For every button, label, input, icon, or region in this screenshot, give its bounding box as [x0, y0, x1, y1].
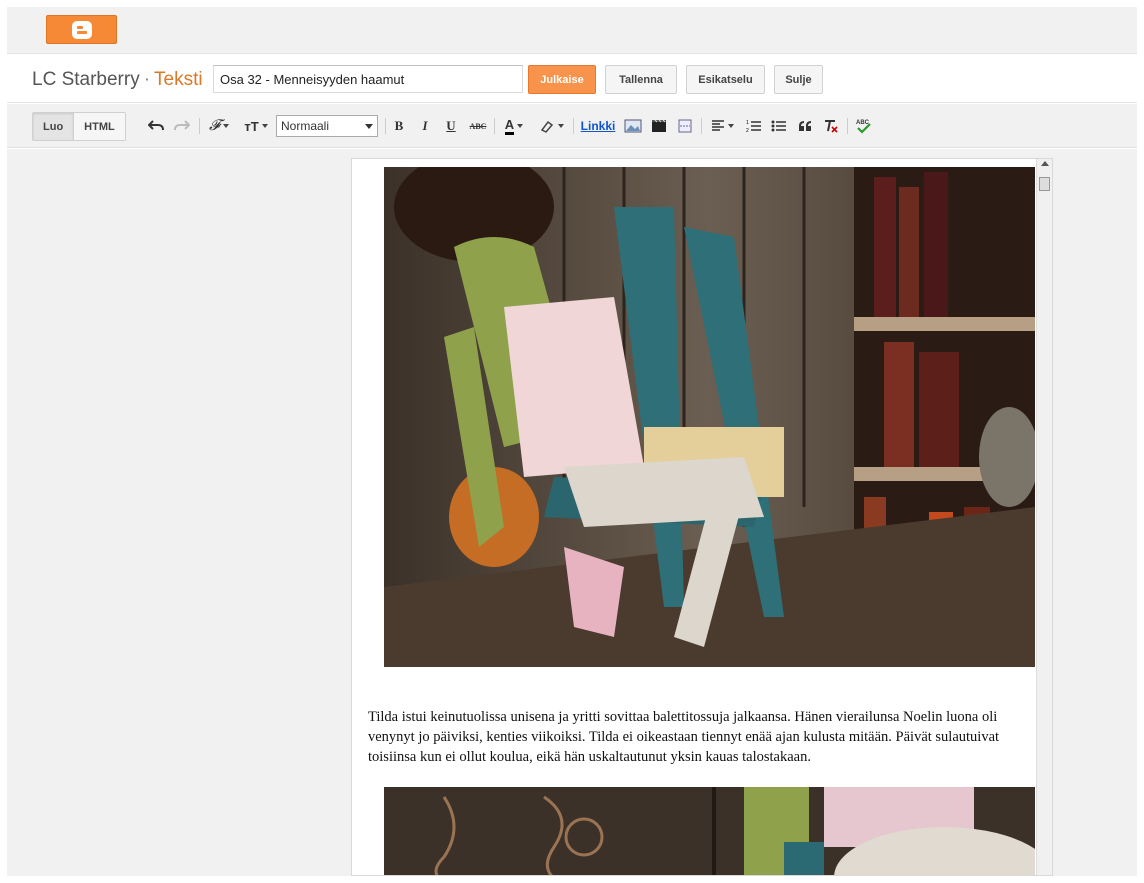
chevron-down-icon [557, 124, 564, 128]
post-image[interactable] [384, 167, 1035, 667]
top-bar [7, 7, 1137, 54]
svg-text:1: 1 [746, 120, 749, 126]
font-size-button[interactable]: тT [240, 116, 272, 136]
svg-text:2: 2 [746, 128, 749, 133]
toolbar-divider [199, 118, 200, 134]
chevron-down-icon [223, 124, 230, 128]
compose-mode-button[interactable]: Luo [33, 113, 75, 140]
italic-button[interactable]: I [416, 116, 434, 136]
align-left-icon [711, 120, 724, 131]
editor-toolbar: Luo HTML 𝓕 тT Normaali B I U ABC A Linkk… [7, 104, 1137, 148]
font-family-button[interactable]: 𝓕 [204, 116, 234, 136]
highlight-color-button[interactable] [536, 116, 566, 136]
redo-icon[interactable] [173, 116, 191, 136]
blog-name: LC Starberry [32, 69, 140, 90]
publish-button[interactable]: Julkaise [528, 65, 596, 94]
toolbar-divider [573, 118, 574, 134]
text-color-icon: A [504, 117, 515, 135]
insert-jump-break-icon[interactable] [675, 116, 695, 136]
editor-scrollbar[interactable] [1036, 159, 1052, 875]
blogger-logo-icon [71, 20, 92, 39]
blogger-home-button[interactable] [46, 15, 117, 44]
title-separator: · [143, 69, 151, 90]
mode-toggle: Luo HTML [32, 112, 126, 141]
toolbar-divider [494, 118, 495, 134]
title-bar: LC Starberry·Teksti Julkaise Tallenna Es… [7, 55, 1137, 103]
post-title-input[interactable] [213, 65, 523, 93]
toolbar-divider [701, 118, 702, 134]
insert-image-icon[interactable] [623, 116, 643, 136]
spellcheck-icon[interactable]: ABC [853, 116, 875, 136]
numbered-list-icon[interactable]: 12 [745, 116, 763, 136]
post-image-graphic [384, 787, 1035, 875]
format-value: Normaali [281, 119, 330, 133]
scroll-up-icon[interactable] [1041, 161, 1049, 166]
section-label: Teksti [154, 69, 203, 90]
post-image[interactable] [384, 787, 1035, 875]
remove-formatting-icon[interactable] [822, 116, 840, 136]
quote-icon[interactable] [796, 116, 814, 136]
bold-button[interactable]: B [390, 116, 408, 136]
toolbar-divider [847, 118, 848, 134]
align-button[interactable] [707, 116, 737, 136]
undo-icon[interactable] [147, 116, 165, 136]
font-icon: 𝓕 [208, 118, 221, 134]
save-button[interactable]: Tallenna [605, 65, 677, 94]
underline-button[interactable]: U [442, 116, 460, 136]
toolbar-divider [385, 118, 386, 134]
insert-video-icon[interactable] [649, 116, 669, 136]
scroll-thumb[interactable] [1039, 177, 1050, 191]
highlighter-icon [540, 120, 553, 133]
text-color-button[interactable]: A [499, 116, 529, 136]
chevron-down-icon [517, 124, 524, 128]
strikethrough-button[interactable]: ABC [466, 116, 490, 136]
close-button[interactable]: Sulje [774, 65, 823, 94]
link-button[interactable]: Linkki [579, 116, 617, 136]
chevron-down-icon [365, 124, 373, 129]
blog-title: LC Starberry · Teksti [32, 69, 203, 91]
html-mode-button[interactable]: HTML [74, 113, 125, 140]
post-paragraph[interactable]: Tilda istui keinutuolissa unisena ja yri… [368, 707, 1018, 767]
preview-button[interactable]: Esikatselu [686, 65, 765, 94]
font-size-icon: тT [244, 118, 259, 134]
chevron-down-icon [727, 124, 734, 128]
post-image-graphic [384, 167, 1035, 667]
chevron-down-icon [261, 124, 268, 128]
bulleted-list-icon[interactable] [770, 116, 788, 136]
editor-workspace: Tilda istui keinutuolissa unisena ja yri… [7, 149, 1137, 876]
paragraph-format-select[interactable]: Normaali [276, 115, 378, 137]
compose-editor[interactable]: Tilda istui keinutuolissa unisena ja yri… [351, 158, 1053, 876]
